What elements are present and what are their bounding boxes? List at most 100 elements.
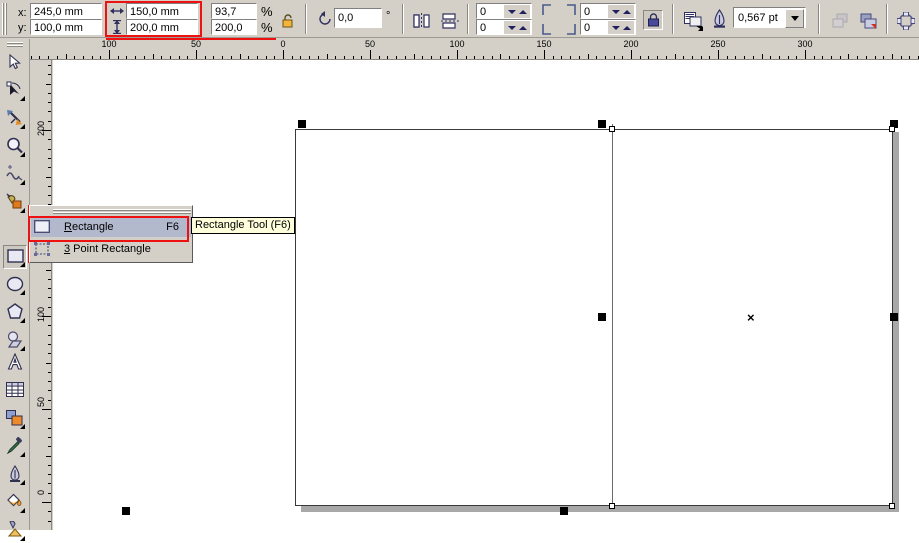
fill-tool-flyout-arrow[interactable] xyxy=(20,508,25,513)
text-tool[interactable] xyxy=(3,351,27,375)
vruler-tick xyxy=(46,177,51,178)
selection-handle-middle-right[interactable] xyxy=(890,313,898,321)
vruler-tick xyxy=(48,511,51,512)
eyedropper-tool-flyout-arrow[interactable] xyxy=(20,452,25,457)
interactive-fill-tool-flyout-arrow[interactable] xyxy=(20,536,25,541)
x-position-input[interactable]: 245,0 mm xyxy=(30,3,102,19)
hruler-tick xyxy=(675,54,676,59)
flyout-item-3-point-rectangle[interactable]: 3 Point Rectangle xyxy=(31,238,191,259)
vruler-tick xyxy=(48,465,51,466)
smart-fill-tool[interactable] xyxy=(3,191,27,215)
vruler-tick xyxy=(46,456,51,457)
hruler-label: 50 xyxy=(364,39,376,49)
corner-tl-value: 0 xyxy=(480,6,487,18)
selection-handle-middle-left[interactable] xyxy=(598,313,606,321)
rectangle-node-top-right[interactable] xyxy=(889,126,895,132)
page-shadow-right xyxy=(893,132,899,510)
rectangle-tool-flyout[interactable]: Rectangle F6 3 Point Rectangle xyxy=(29,205,193,263)
lock-ratio-button[interactable] xyxy=(278,11,296,29)
hruler-tick xyxy=(222,56,223,59)
y-position-input[interactable]: 100,0 mm xyxy=(30,19,102,35)
freehand-tool[interactable] xyxy=(3,163,27,187)
object-width-input[interactable]: 150,0 mm xyxy=(126,3,198,19)
blend-tool-flyout-arrow[interactable] xyxy=(20,424,25,429)
wireframe-button[interactable] xyxy=(680,8,704,32)
corner-br-spinner[interactable] xyxy=(608,21,634,34)
interactive-fill-tool[interactable] xyxy=(3,519,27,543)
hruler-tick xyxy=(909,56,910,59)
accel-underline-r: R xyxy=(64,220,72,233)
object-height-input[interactable]: 200,0 mm xyxy=(126,19,198,35)
toolbox-grip[interactable] xyxy=(7,42,23,47)
shape-tool[interactable] xyxy=(3,79,27,103)
convert-to-curves-icon xyxy=(896,11,916,33)
outline-tool-flyout-arrow[interactable] xyxy=(20,480,25,485)
horizontal-ruler[interactable]: 100 50 0 50 100 150 200 250 300 xyxy=(30,39,919,60)
hruler-tick xyxy=(831,56,832,59)
corner-lock-button[interactable] xyxy=(643,10,663,30)
rectangle-tool[interactable] xyxy=(3,245,27,269)
hruler-tick xyxy=(231,56,232,59)
rectangle-node-top-left[interactable] xyxy=(609,126,615,132)
selection-handle-bottom-center[interactable] xyxy=(560,507,568,515)
hruler-tick xyxy=(709,56,710,59)
blend-tool[interactable] xyxy=(3,407,27,431)
scale-vertical-input[interactable]: 200,0 xyxy=(211,19,257,35)
basic-shapes-tool[interactable] xyxy=(3,329,27,353)
smart-fill-tool-flyout-arrow[interactable] xyxy=(20,208,25,213)
hruler-tick xyxy=(170,56,171,59)
rectangle-node-bottom-right[interactable] xyxy=(889,503,895,509)
ellipse-tool-flyout-arrow[interactable] xyxy=(20,290,25,295)
hruler-tick xyxy=(579,56,580,59)
object-width-icon xyxy=(110,5,124,17)
polygon-tool[interactable] xyxy=(3,301,27,325)
zoom-tool[interactable] xyxy=(3,135,27,159)
pick-tool[interactable] xyxy=(3,51,27,75)
zoom-tool-flyout-arrow[interactable] xyxy=(20,152,25,157)
vruler-tick xyxy=(46,84,51,85)
vruler-tick xyxy=(48,279,51,280)
hruler-tick xyxy=(126,56,127,59)
rectangle-tool-flyout-arrow[interactable] xyxy=(20,262,25,267)
flyout-grip[interactable] xyxy=(45,208,191,214)
corner-bl-spinner[interactable] xyxy=(504,21,530,34)
to-front-button[interactable] xyxy=(828,8,852,32)
mirror-vertically-button[interactable] xyxy=(438,10,460,30)
table-tool[interactable] xyxy=(3,379,27,403)
hruler-tick xyxy=(483,56,484,59)
outline-width-dropdown-arrow[interactable] xyxy=(785,9,804,28)
corner-radius-bottom-right-input[interactable]: 0 xyxy=(580,19,636,35)
to-back-button[interactable] xyxy=(856,8,880,32)
rotation-angle-input[interactable]: 0,0 xyxy=(334,8,382,28)
corner-radius-bottom-left-input[interactable]: 0 xyxy=(476,19,532,35)
shape-tool-flyout-arrow[interactable] xyxy=(20,96,25,101)
convert-to-curves-button[interactable] xyxy=(893,8,917,32)
crop-tool-flyout-arrow[interactable] xyxy=(20,124,25,129)
selection-handle-top-left[interactable] xyxy=(298,120,306,128)
freehand-tool-flyout-arrow[interactable] xyxy=(20,180,25,185)
corner-radius-top-left-input[interactable]: 0 xyxy=(476,3,532,19)
hruler-tick xyxy=(788,56,789,59)
rectangle-node-bottom-left[interactable] xyxy=(609,503,615,509)
polygon-tool-flyout-arrow[interactable] xyxy=(20,318,25,323)
toolbar-grip[interactable] xyxy=(2,3,7,35)
corner-radius-top-right-input[interactable]: 0 xyxy=(580,3,636,19)
drawing-canvas[interactable]: × xyxy=(53,60,919,530)
selected-rectangle[interactable] xyxy=(295,129,893,506)
outline-tool[interactable] xyxy=(3,463,27,487)
hruler-tick xyxy=(248,56,249,59)
corner-tr-spinner[interactable] xyxy=(608,5,634,18)
flyout-item-rectangle[interactable]: Rectangle F6 xyxy=(31,216,191,237)
ellipse-tool[interactable] xyxy=(3,273,27,297)
corner-tl-spinner[interactable] xyxy=(504,5,530,18)
selection-handle-top-center[interactable] xyxy=(598,120,606,128)
mirror-horizontally-button[interactable] xyxy=(410,10,432,30)
eyedropper-tool[interactable] xyxy=(3,435,27,459)
scale-horizontal-input[interactable]: 93,7 xyxy=(211,3,257,19)
crop-tool[interactable] xyxy=(3,107,27,131)
y-label: y: xyxy=(18,22,27,34)
fill-tool[interactable] xyxy=(3,491,27,515)
outline-width-combo[interactable]: 0,567 pt xyxy=(733,7,806,28)
selection-handle-bottom-left[interactable] xyxy=(122,507,130,515)
vertical-ruler[interactable]: 200 100 50 0 xyxy=(30,60,52,530)
